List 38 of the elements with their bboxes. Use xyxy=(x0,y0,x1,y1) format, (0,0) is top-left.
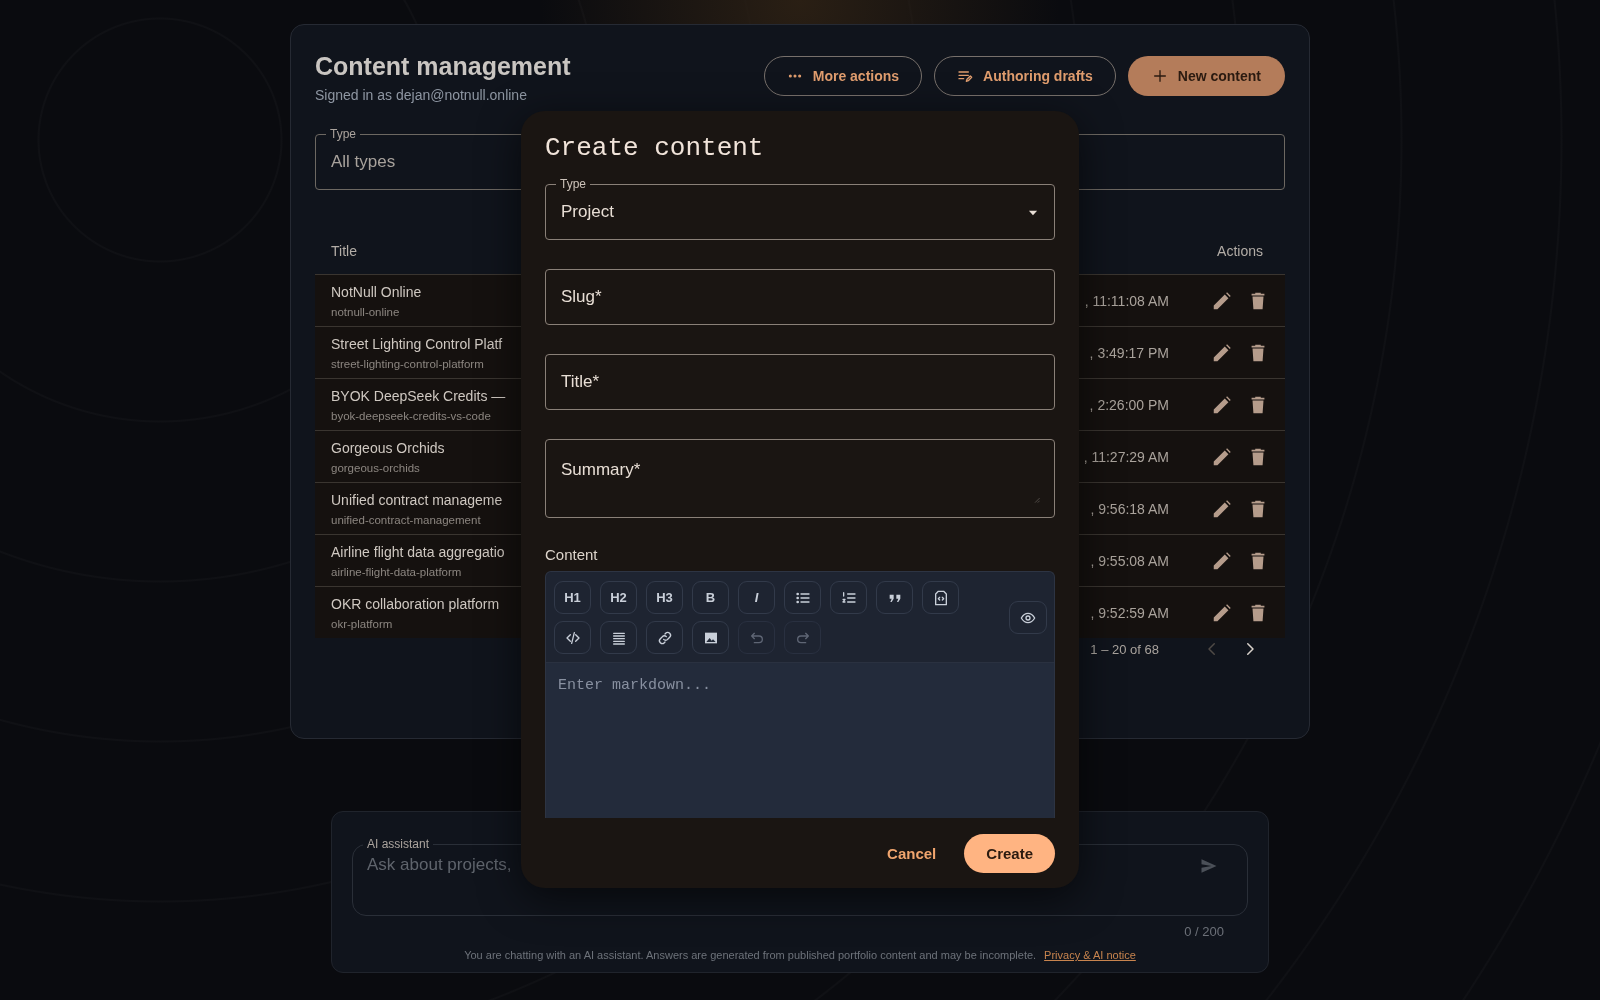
row-slug: byok-deepseek-credits-vs-code xyxy=(331,409,491,422)
row-date: , 2:26:00 PM xyxy=(1089,396,1169,413)
row-date: , 9:52:59 AM xyxy=(1090,604,1169,621)
row-title: Gorgeous Orchids xyxy=(331,439,445,456)
page-range: 1 – 20 of 68 xyxy=(1090,641,1159,657)
row-date: , 9:55:08 AM xyxy=(1090,552,1169,569)
field-value: All types xyxy=(331,152,396,172)
content-label: Content xyxy=(545,546,599,563)
row-slug: unified-contract-management xyxy=(331,513,481,526)
dialog-title: Create content xyxy=(545,133,765,163)
field-label: Summary* xyxy=(561,460,641,480)
character-counter: 0 / 200 xyxy=(1183,924,1225,939)
field-label: Type xyxy=(326,127,360,141)
row-title: NotNull Online xyxy=(331,283,422,300)
row-title: BYOK DeepSeek Credits — xyxy=(331,387,506,404)
row-slug: gorgeous-orchids xyxy=(331,461,420,474)
row-date: , 3:49:17 PM xyxy=(1089,344,1169,361)
field-label: Slug* xyxy=(561,287,602,307)
disclaimer-text: You are chatting with an AI assistant. Answers are generated from published portfolio content and may be incomplete. xyxy=(464,949,1037,961)
row-slug: okr-platform xyxy=(331,617,393,630)
row-title: OKR collaboration platform xyxy=(331,595,500,612)
row-title: Unified contract manageme xyxy=(331,491,503,508)
row-slug: airline-flight-data-platform xyxy=(331,565,462,578)
row-title: Airline flight data aggregatio xyxy=(331,543,505,560)
row-title: Street Lighting Control Platf xyxy=(331,335,503,352)
field-label: AI assistant xyxy=(363,837,434,851)
row-date: , 11:11:08 AM xyxy=(1084,292,1169,309)
row-slug: street-lighting-control-platform xyxy=(331,357,484,370)
column-header: Title xyxy=(331,242,358,259)
field-label: Title* xyxy=(561,372,600,392)
signed-in-text: Signed in as dejan@notnull.online xyxy=(315,87,528,103)
row-slug: notnull-online xyxy=(331,305,400,318)
field-label: Type xyxy=(556,177,590,191)
row-date: , 9:56:18 AM xyxy=(1090,500,1169,517)
field-value: Project xyxy=(561,202,614,222)
page-title: Content management xyxy=(315,51,571,81)
column-header: Actions xyxy=(1216,242,1264,259)
row-date: , 11:27:29 AM xyxy=(1083,448,1169,465)
